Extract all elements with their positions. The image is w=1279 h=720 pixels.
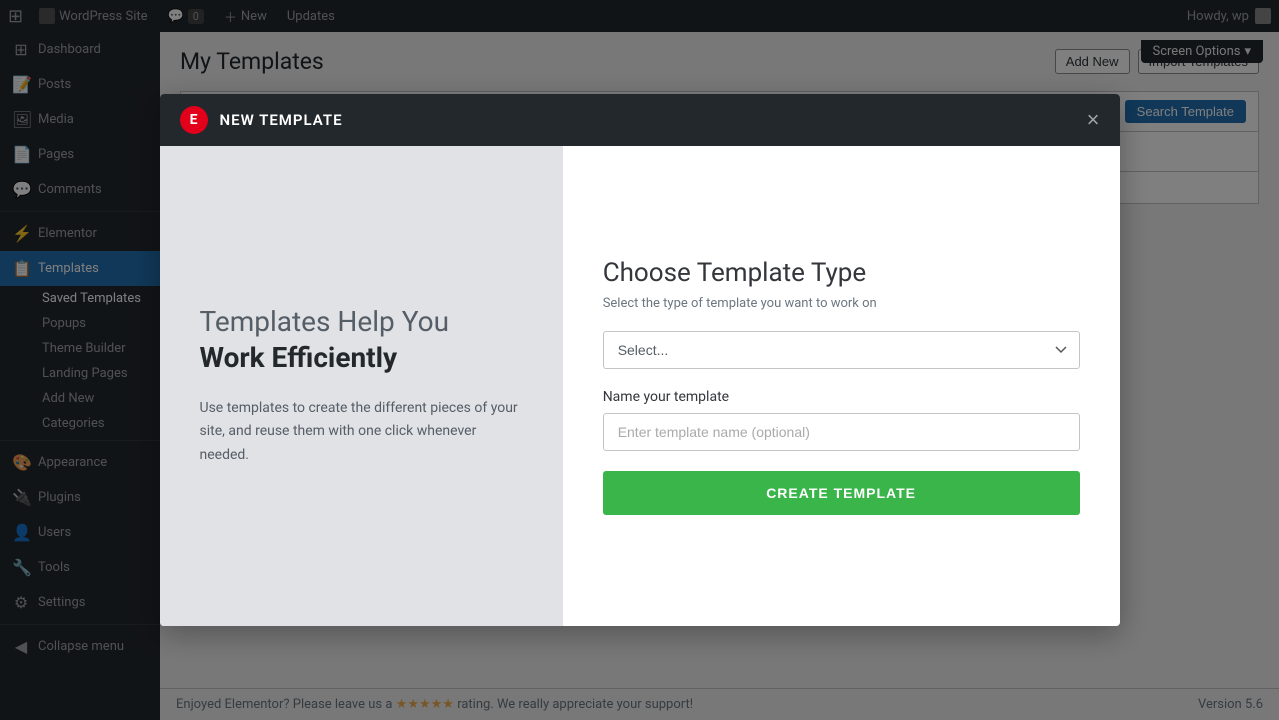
- template-name-label: Name your template: [603, 389, 1080, 405]
- modal-left-description: Use templates to create the different pi…: [200, 397, 523, 468]
- template-type-select[interactable]: Select...: [603, 331, 1080, 369]
- template-name-input[interactable]: [603, 413, 1080, 451]
- template-name-group: Name your template: [603, 389, 1080, 451]
- modal-left-title: Templates Help You Work Efficiently: [200, 304, 523, 377]
- new-template-modal: E NEW TEMPLATE × Templates Help You Work…: [160, 94, 1120, 626]
- elementor-logo: E: [180, 106, 208, 134]
- modal-overlay[interactable]: E NEW TEMPLATE × Templates Help You Work…: [0, 0, 1279, 720]
- form-subtitle: Select the type of template you want to …: [603, 296, 1080, 311]
- modal-title: NEW TEMPLATE: [220, 111, 343, 129]
- template-type-group: Select...: [603, 331, 1080, 369]
- create-template-button[interactable]: CREATE TEMPLATE: [603, 471, 1080, 515]
- modal-left-title-bold: Work Efficiently: [200, 340, 523, 376]
- modal-body: Templates Help You Work Efficiently Use …: [160, 146, 1120, 626]
- modal-right-panel: Choose Template Type Select the type of …: [563, 146, 1120, 626]
- form-title: Choose Template Type: [603, 258, 1080, 288]
- modal-close-button[interactable]: ×: [1087, 109, 1100, 131]
- modal-header: E NEW TEMPLATE ×: [160, 94, 1120, 146]
- modal-header-left: E NEW TEMPLATE: [180, 106, 343, 134]
- modal-left-panel: Templates Help You Work Efficiently Use …: [160, 146, 563, 626]
